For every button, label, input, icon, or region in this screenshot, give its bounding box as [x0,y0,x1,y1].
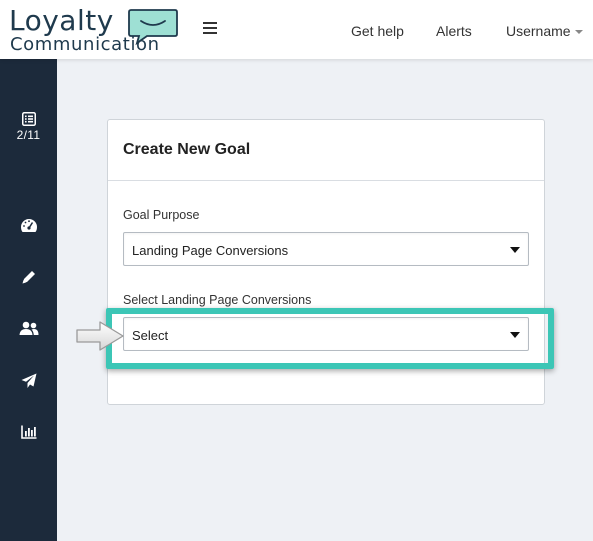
sidebar-item-users[interactable] [0,321,57,336]
sidebar-item-send[interactable] [0,373,57,389]
users-icon [19,321,38,335]
sidebar: 2/11 [0,59,57,541]
dashboard-icon [20,219,37,232]
sidebar-item-list[interactable]: 2/11 [0,112,57,142]
card-divider [108,180,544,181]
goal-purpose-label: Goal Purpose [123,208,200,222]
sidebar-item-edit[interactable] [0,269,57,285]
hamburger-icon[interactable] [203,22,217,36]
sidebar-item-reports[interactable] [0,425,57,439]
pencil-icon [22,271,35,284]
caret-down-icon [510,332,520,338]
landing-page-value: Select [132,328,169,343]
get-help-link[interactable]: Get help [351,23,404,39]
logo-text-line1: Loyalty [9,4,114,37]
goal-purpose-select[interactable]: Landing Page Conversions [123,232,529,266]
top-header: Loyalty Communication Get help Alerts Us… [0,0,593,59]
create-goal-card: Create New Goal Goal Purpose Landing Pag… [107,119,545,405]
caret-down-icon [510,247,520,253]
landing-page-label: Select Landing Page Conversions [123,293,312,307]
chevron-down-icon[interactable] [575,30,583,34]
landing-page-select[interactable]: Select [123,317,529,351]
list-icon [21,112,36,126]
paper-plane-icon [21,373,36,388]
username-menu[interactable]: Username [506,23,571,39]
sidebar-item-dashboard[interactable] [0,218,57,233]
arrow-pointer-icon [76,321,124,351]
logo[interactable]: Loyalty Communication [9,4,181,55]
alerts-link[interactable]: Alerts [436,23,472,39]
card-title: Create New Goal [123,141,251,158]
sidebar-count: 2/11 [16,128,41,142]
goal-purpose-value: Landing Page Conversions [132,243,289,258]
speech-bubble-icon [128,9,178,46]
bar-chart-icon [20,425,36,439]
